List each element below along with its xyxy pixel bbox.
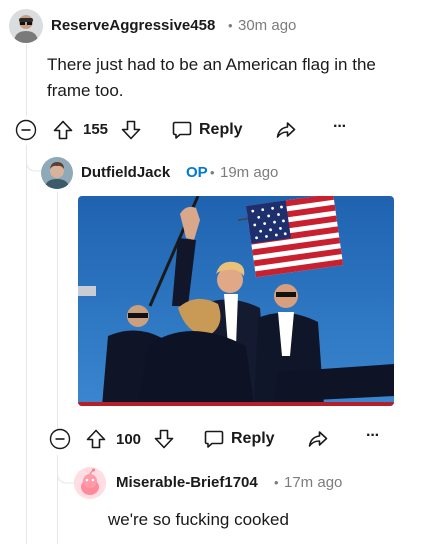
snoo-avatar-icon bbox=[74, 467, 106, 499]
vote-count: 100 bbox=[116, 431, 142, 448]
upvote-button[interactable] bbox=[52, 119, 74, 141]
downvote-button[interactable] bbox=[153, 428, 175, 450]
comment-username[interactable]: ReserveAggressive458 bbox=[51, 17, 215, 34]
comment-username[interactable]: Miserable-Brief1704 bbox=[116, 474, 258, 491]
collapse-minus-icon bbox=[49, 428, 71, 450]
comment-body-line-1: There just had to be an American flag in… bbox=[47, 55, 376, 74]
collapse-button[interactable] bbox=[15, 119, 37, 141]
share-arrow-icon bbox=[308, 431, 328, 447]
meta-separator: • bbox=[210, 165, 215, 180]
reply-button[interactable]: Reply bbox=[203, 427, 275, 451]
user-avatar-icon bbox=[41, 157, 73, 189]
comment-image[interactable] bbox=[78, 196, 394, 406]
downvote-arrow-icon bbox=[121, 120, 141, 140]
meta-separator: • bbox=[228, 18, 233, 33]
more-options-button[interactable]: ··· bbox=[333, 118, 347, 136]
downvote-button[interactable] bbox=[120, 119, 142, 141]
more-options-button[interactable]: ··· bbox=[366, 427, 380, 445]
meta-separator: • bbox=[274, 475, 279, 490]
comment-timestamp: 30m ago bbox=[238, 17, 297, 34]
avatar[interactable] bbox=[74, 467, 106, 499]
vote-count: 155 bbox=[83, 121, 109, 138]
comment-timestamp: 17m ago bbox=[284, 474, 343, 491]
reply-label: Reply bbox=[231, 430, 275, 447]
collapse-minus-icon bbox=[15, 119, 37, 141]
avatar[interactable] bbox=[41, 157, 73, 189]
thread-line-level2 bbox=[57, 192, 58, 432]
avatar[interactable] bbox=[9, 9, 43, 43]
thread-line-root bbox=[26, 44, 27, 116]
thread-line-level1 bbox=[26, 145, 27, 544]
reply-button[interactable]: Reply bbox=[171, 118, 243, 142]
chat-bubble-icon bbox=[172, 121, 192, 139]
photo-image bbox=[78, 196, 394, 406]
downvote-arrow-icon bbox=[154, 429, 174, 449]
upvote-button[interactable] bbox=[85, 428, 107, 450]
chat-bubble-icon bbox=[204, 430, 224, 448]
collapse-button[interactable] bbox=[49, 428, 71, 450]
comment-body-line-2: frame too. bbox=[47, 81, 124, 100]
share-button[interactable] bbox=[275, 119, 297, 141]
comment-timestamp: 19m ago bbox=[220, 164, 279, 181]
user-avatar-icon bbox=[9, 9, 43, 43]
reply-label: Reply bbox=[199, 121, 243, 138]
op-badge: OP bbox=[186, 164, 208, 181]
upvote-arrow-icon bbox=[53, 120, 73, 140]
share-button[interactable] bbox=[307, 428, 329, 450]
comment-username[interactable]: DutfieldJack bbox=[81, 164, 170, 181]
upvote-arrow-icon bbox=[86, 429, 106, 449]
comment-body: we're so fucking cooked bbox=[108, 510, 289, 529]
share-arrow-icon bbox=[276, 122, 296, 138]
